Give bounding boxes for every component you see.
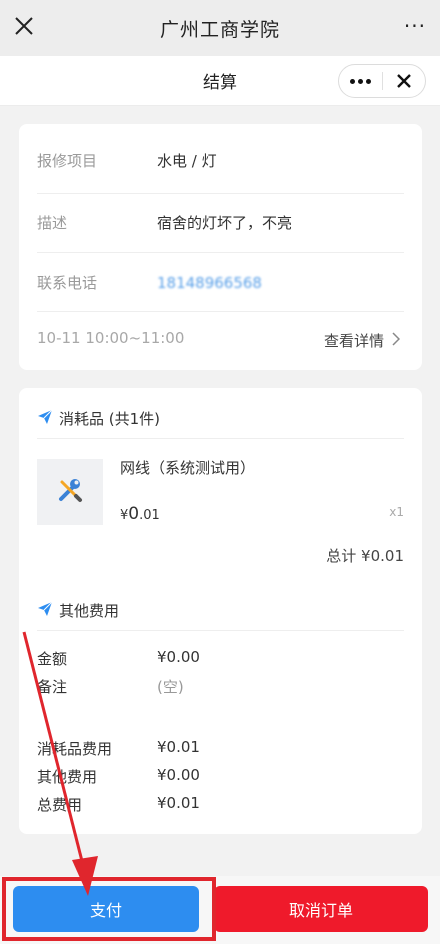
note-row: 备注 (空) bbox=[37, 676, 184, 697]
note-label: 备注 bbox=[37, 678, 68, 696]
divider bbox=[37, 193, 404, 194]
view-details-label: 查看详情 bbox=[323, 332, 384, 350]
other-fee-row: 其他费用 ¥0.00 bbox=[37, 766, 200, 787]
chevron-right-icon bbox=[392, 331, 401, 350]
price-integer: 0 bbox=[128, 504, 140, 524]
product-thumbnail bbox=[37, 459, 103, 525]
billing-card: 消耗品 (共1件) 网线（系统测试用） ¥0.01 x1 总计 ¥0.01 其他… bbox=[19, 388, 422, 834]
repair-item-label: 报修项目 bbox=[37, 152, 98, 170]
total-fee-row: 总费用 ¥0.01 bbox=[37, 794, 200, 815]
product-name: 网线（系统测试用） bbox=[120, 459, 256, 477]
note-value: (空) bbox=[157, 678, 184, 696]
summary-value: ¥0.01 bbox=[157, 794, 200, 812]
repair-item-row: 报修项目 水电 / 灯 bbox=[37, 150, 404, 171]
bottom-action-bar: 支付 取消订单 bbox=[0, 876, 440, 944]
description-label: 描述 bbox=[37, 214, 68, 232]
app-title: 广州工商学院 bbox=[159, 18, 280, 41]
phone-row: 联系电话 18148966568 bbox=[37, 272, 404, 293]
other-fees-title: 其他费用 bbox=[59, 602, 120, 620]
summary-label: 总费用 bbox=[37, 796, 83, 814]
product-price: ¥0.01 bbox=[120, 504, 160, 524]
consumables-fee-row: 消耗品费用 ¥0.01 bbox=[37, 738, 200, 759]
consumables-total: 总计 ¥0.01 bbox=[326, 547, 404, 565]
divider bbox=[37, 630, 404, 631]
summary-value: ¥0.01 bbox=[157, 738, 200, 756]
divider bbox=[37, 438, 404, 439]
other-fees-header: 其他费用 bbox=[37, 600, 119, 621]
summary-label: 其他费用 bbox=[37, 768, 98, 786]
divider bbox=[37, 252, 404, 253]
summary-label: 消耗品费用 bbox=[37, 740, 113, 758]
description-row: 描述 宿舍的灯坏了，不亮 bbox=[37, 212, 404, 233]
summary-value: ¥0.00 bbox=[157, 766, 200, 784]
consumables-header: 消耗品 (共1件) bbox=[37, 408, 160, 429]
close-icon[interactable] bbox=[12, 14, 36, 38]
cancel-order-button[interactable]: 取消订单 bbox=[214, 886, 428, 932]
description-value: 宿舍的灯坏了，不亮 bbox=[157, 214, 293, 232]
page-header: 结算 bbox=[0, 56, 440, 106]
pay-button[interactable]: 支付 bbox=[13, 886, 199, 932]
capsule-more-icon[interactable] bbox=[339, 78, 382, 84]
consumables-title: 消耗品 (共1件) bbox=[59, 410, 161, 428]
app-header: 广州工商学院 ··· bbox=[0, 0, 440, 56]
view-details-link[interactable]: 查看详情 bbox=[323, 330, 401, 351]
phone-label: 联系电话 bbox=[37, 274, 98, 292]
amount-row: 金额 ¥0.00 bbox=[37, 648, 200, 669]
tools-icon bbox=[56, 476, 84, 508]
paper-plane-icon bbox=[37, 409, 53, 429]
repair-item-value: 水电 / 灯 bbox=[157, 152, 217, 170]
product-quantity: x1 bbox=[389, 505, 404, 519]
price-decimal: .01 bbox=[139, 508, 160, 523]
amount-label: 金额 bbox=[37, 650, 68, 668]
page-title: 结算 bbox=[203, 73, 237, 93]
more-menu-icon[interactable]: ··· bbox=[404, 16, 426, 36]
phone-value[interactable]: 18148966568 bbox=[157, 274, 262, 292]
appointment-time: 10-11 10:00~11:00 bbox=[37, 329, 185, 347]
amount-value: ¥0.00 bbox=[157, 648, 200, 666]
paper-plane-icon bbox=[37, 601, 53, 621]
capsule-close-icon[interactable] bbox=[383, 73, 425, 89]
order-info-card: 报修项目 水电 / 灯 描述 宿舍的灯坏了，不亮 联系电话 1814896656… bbox=[19, 124, 422, 370]
mini-program-capsule bbox=[338, 64, 426, 98]
divider bbox=[37, 311, 404, 312]
